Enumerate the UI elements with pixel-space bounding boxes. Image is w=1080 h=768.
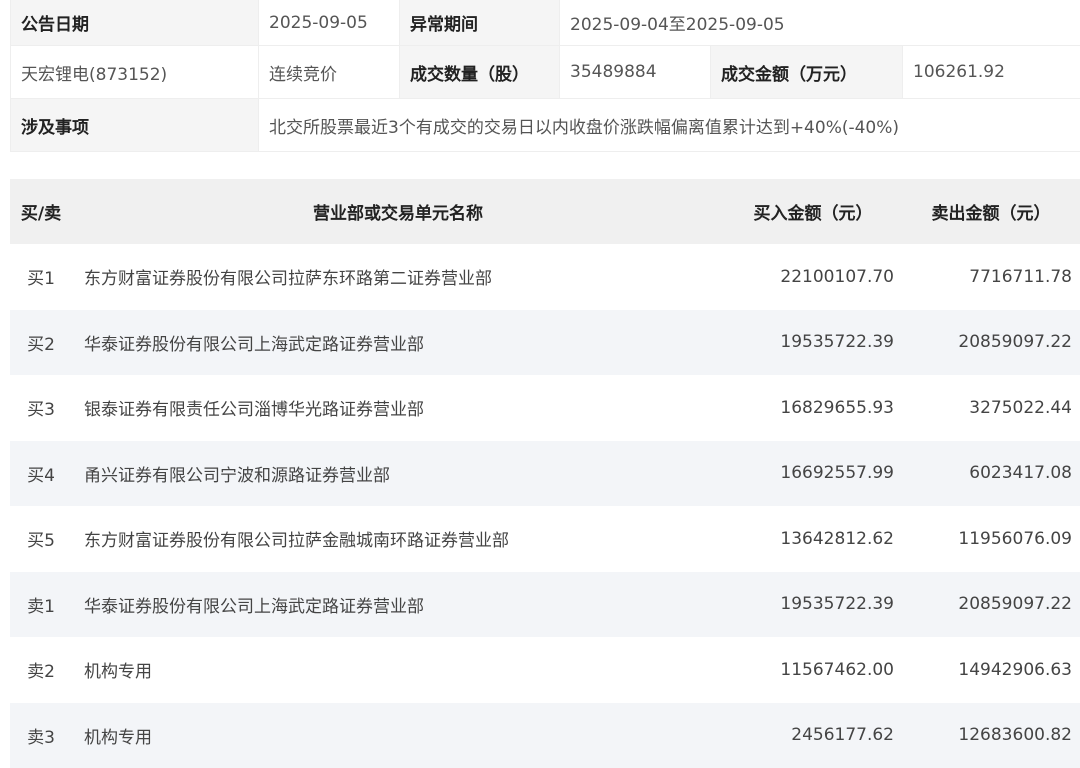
row-sell-amount: 6023417.08: [902, 441, 1080, 507]
row-name: 东方财富证券股份有限公司拉萨东环路第二证券营业部: [72, 244, 724, 310]
trading-seats-table: 买/卖 营业部或交易单元名称 买入金额（元） 卖出金额（元） 买1 东方财富证券…: [10, 179, 1080, 768]
table-row: 卖2 机构专用 11567462.00 14942906.63: [10, 637, 1080, 703]
announce-date-value: 2025-09-05: [259, 0, 400, 46]
table-row: 卖1 华泰证券股份有限公司上海武定路证券营业部 19535722.39 2085…: [10, 572, 1080, 638]
table-row: 买5 东方财富证券股份有限公司拉萨金融城南环路证券营业部 13642812.62…: [10, 506, 1080, 572]
row-buy-amount: 19535722.39: [724, 310, 902, 376]
stock-name: 天宏锂电(873152): [11, 46, 259, 99]
row-buy-amount: 16829655.93: [724, 375, 902, 441]
row-buy-amount: 2456177.62: [724, 703, 902, 768]
row-name: 华泰证券股份有限公司上海武定路证券营业部: [72, 310, 724, 376]
abnormal-period-value: 2025-09-04至2025-09-05: [560, 0, 1080, 46]
table-row: 买3 银泰证券有限责任公司淄博华光路证券营业部 16829655.93 3275…: [10, 375, 1080, 441]
abnormal-period-label: 异常期间: [400, 0, 560, 46]
info-row-volume: 天宏锂电(873152) 连续竞价 成交数量（股） 35489884 成交金额（…: [11, 46, 1080, 99]
row-side: 买1: [10, 244, 72, 310]
row-side: 买3: [10, 375, 72, 441]
amount-label: 成交金额（万元）: [711, 46, 903, 99]
page: 公告日期 2025-09-05 异常期间 2025-09-04至2025-09-…: [0, 0, 1080, 752]
row-buy-amount: 19535722.39: [724, 572, 902, 638]
header-buy-amount: 买入金额（元）: [724, 179, 902, 244]
row-sell-amount: 14942906.63: [902, 637, 1080, 703]
trade-type: 连续竞价: [259, 46, 400, 99]
row-sell-amount: 20859097.22: [902, 572, 1080, 638]
matter-label: 涉及事项: [11, 99, 259, 152]
row-buy-amount: 16692557.99: [724, 441, 902, 507]
table-row: 买2 华泰证券股份有限公司上海武定路证券营业部 19535722.39 2085…: [10, 310, 1080, 376]
row-sell-amount: 7716711.78: [902, 244, 1080, 310]
row-side: 买2: [10, 310, 72, 376]
matter-value: 北交所股票最近3个有成交的交易日以内收盘价涨跌幅偏离值累计达到+40%(-40%…: [259, 99, 1080, 152]
row-name: 华泰证券股份有限公司上海武定路证券营业部: [72, 572, 724, 638]
header-side: 买/卖: [10, 179, 72, 244]
header-sell-amount: 卖出金额（元）: [902, 179, 1080, 244]
volume-label: 成交数量（股）: [400, 46, 560, 99]
row-side: 卖2: [10, 637, 72, 703]
row-name: 东方财富证券股份有限公司拉萨金融城南环路证券营业部: [72, 506, 724, 572]
amount-value: 106261.92: [903, 46, 1080, 99]
row-buy-amount: 22100107.70: [724, 244, 902, 310]
row-side: 卖3: [10, 703, 72, 768]
info-row-matter: 涉及事项 北交所股票最近3个有成交的交易日以内收盘价涨跌幅偏离值累计达到+40%…: [11, 99, 1080, 152]
trade-table-header: 买/卖 营业部或交易单元名称 买入金额（元） 卖出金额（元）: [10, 179, 1080, 244]
row-sell-amount: 12683600.82: [902, 703, 1080, 768]
announce-date-label: 公告日期: [11, 0, 259, 46]
row-sell-amount: 20859097.22: [902, 310, 1080, 376]
announcement-info-table: 公告日期 2025-09-05 异常期间 2025-09-04至2025-09-…: [10, 0, 1080, 152]
row-name: 银泰证券有限责任公司淄博华光路证券营业部: [72, 375, 724, 441]
volume-value: 35489884: [560, 46, 711, 99]
row-side: 买4: [10, 441, 72, 507]
row-side: 卖1: [10, 572, 72, 638]
info-row-date: 公告日期 2025-09-05 异常期间 2025-09-04至2025-09-…: [11, 0, 1080, 46]
row-name: 机构专用: [72, 637, 724, 703]
header-name: 营业部或交易单元名称: [72, 179, 724, 244]
row-buy-amount: 11567462.00: [724, 637, 902, 703]
row-name: 机构专用: [72, 703, 724, 768]
table-row: 买4 甬兴证券有限公司宁波和源路证券营业部 16692557.99 602341…: [10, 441, 1080, 507]
row-sell-amount: 11956076.09: [902, 506, 1080, 572]
row-name: 甬兴证券有限公司宁波和源路证券营业部: [72, 441, 724, 507]
table-row: 卖3 机构专用 2456177.62 12683600.82: [10, 703, 1080, 768]
table-row: 买1 东方财富证券股份有限公司拉萨东环路第二证券营业部 22100107.70 …: [10, 244, 1080, 310]
row-sell-amount: 3275022.44: [902, 375, 1080, 441]
row-side: 买5: [10, 506, 72, 572]
row-buy-amount: 13642812.62: [724, 506, 902, 572]
